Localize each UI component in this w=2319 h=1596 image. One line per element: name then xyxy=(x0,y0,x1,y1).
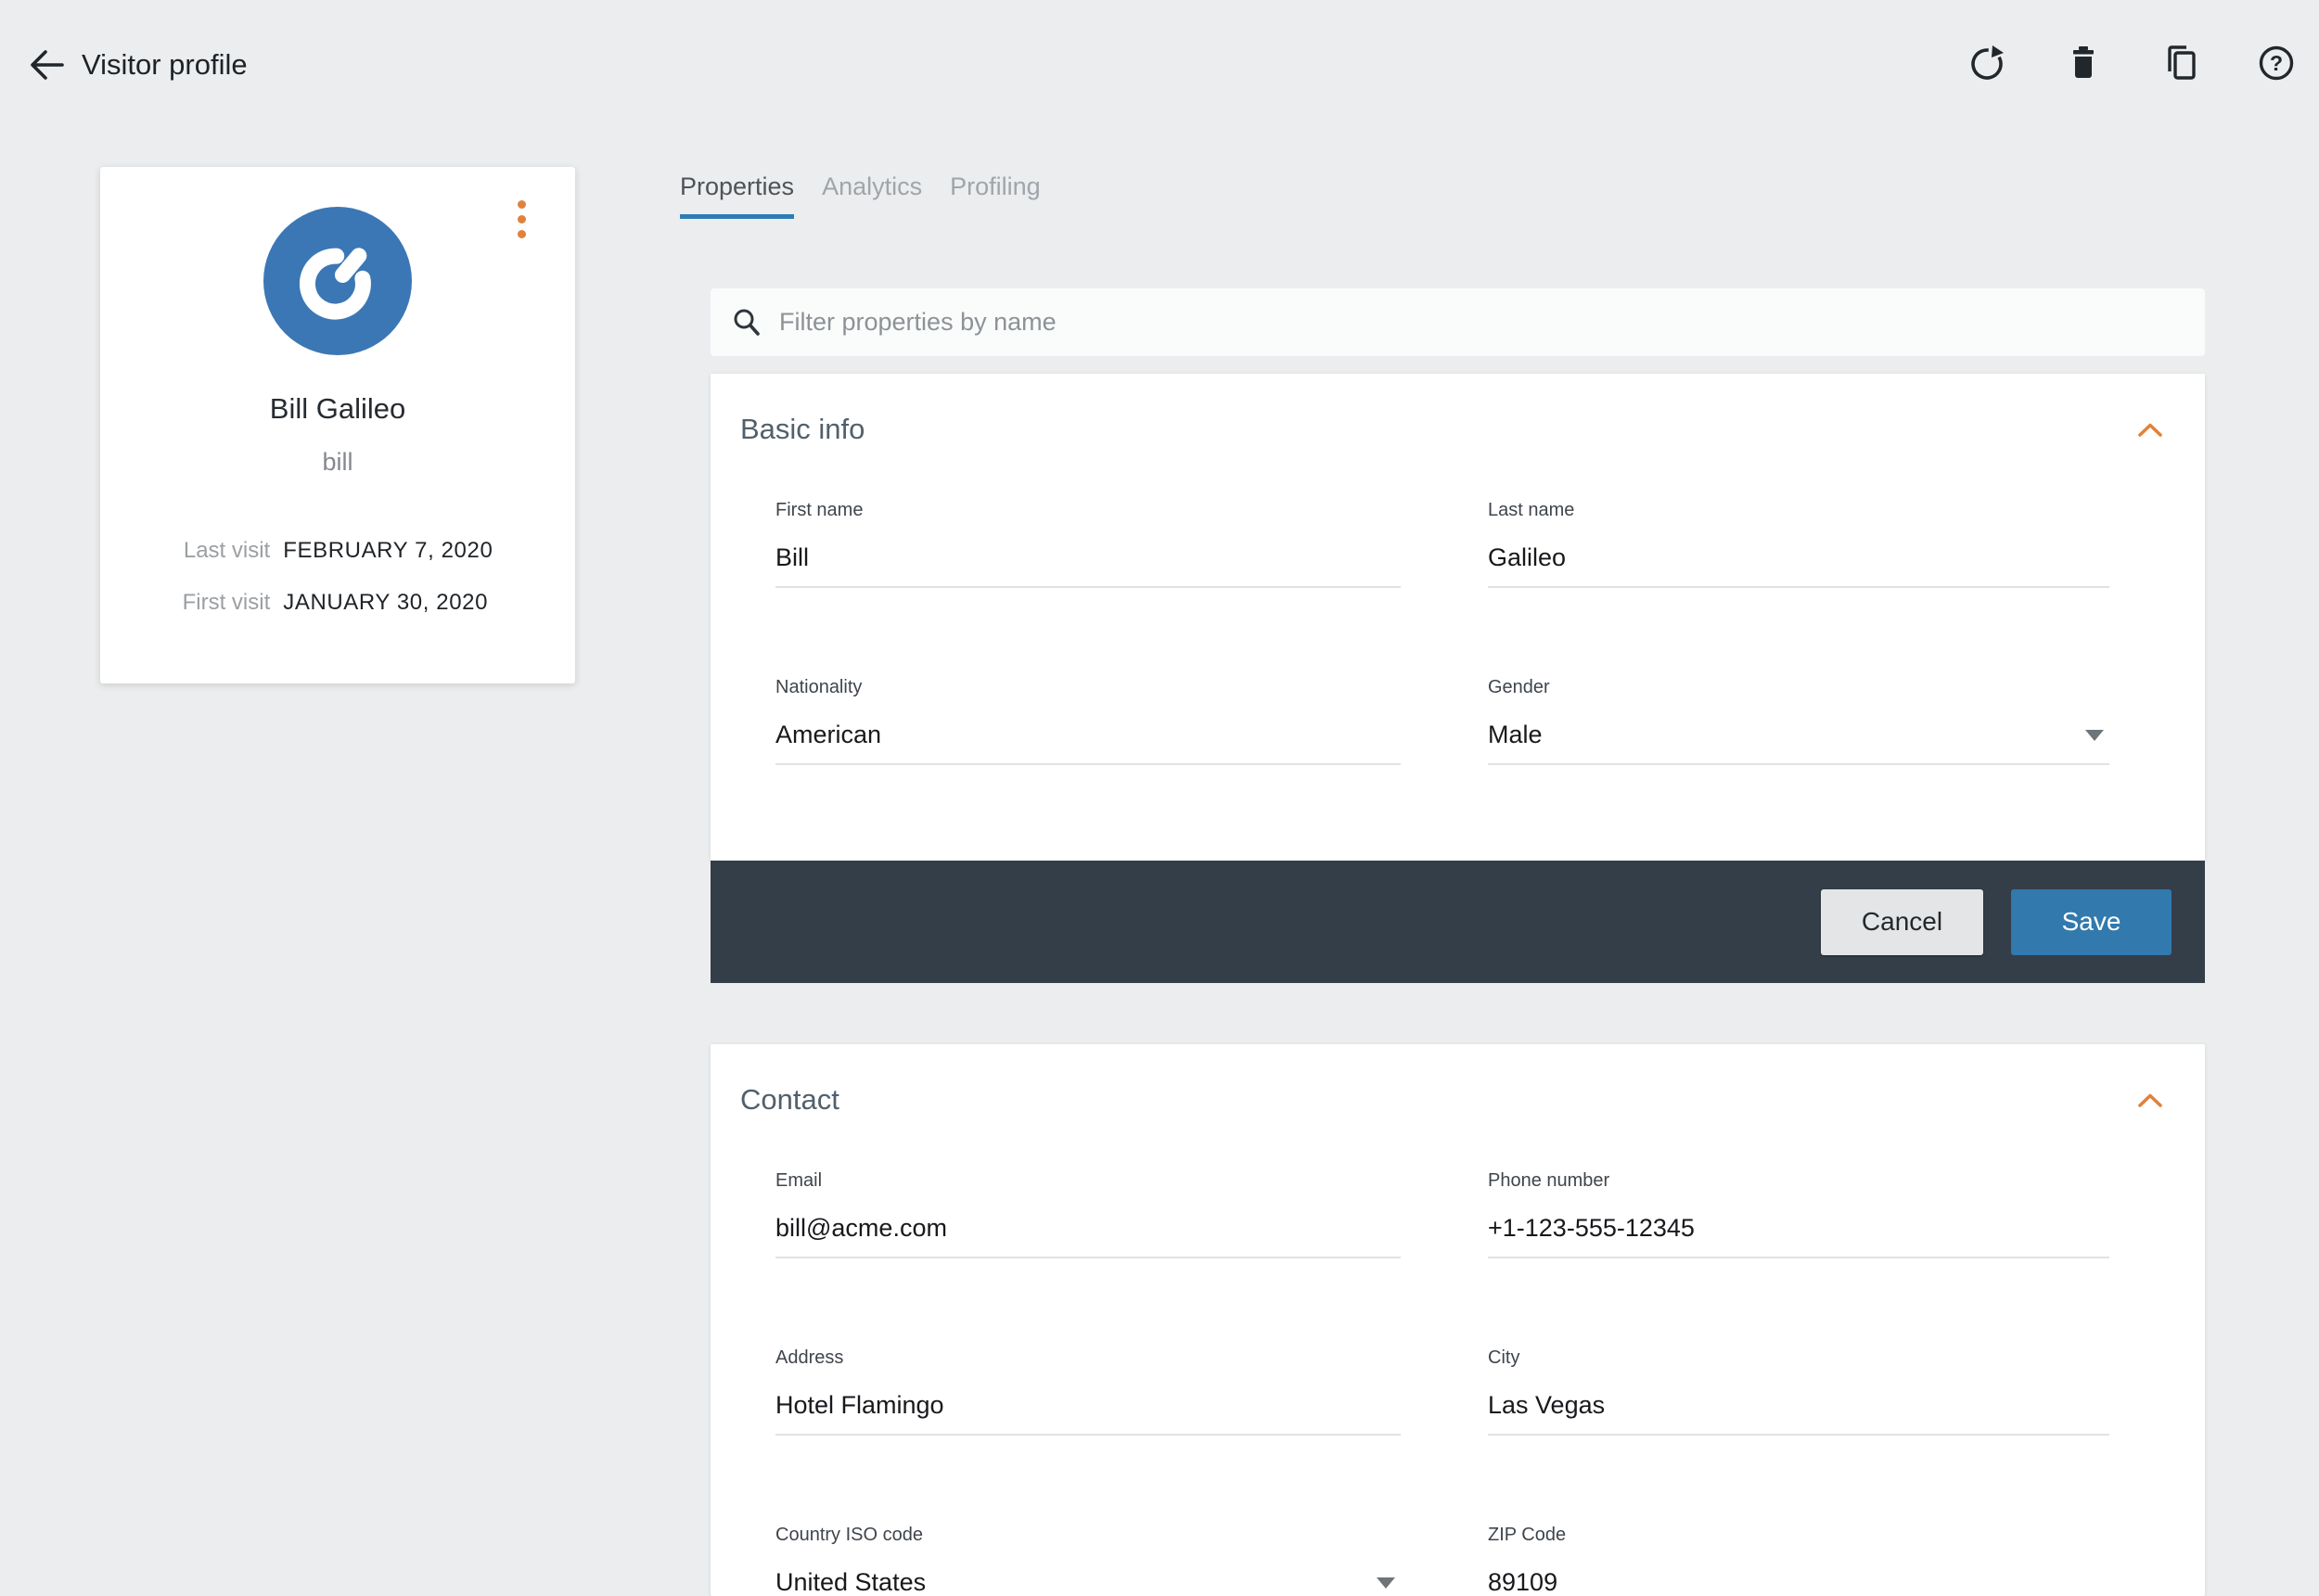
field-address: Address xyxy=(775,1347,1401,1436)
last-name-label: Last name xyxy=(1488,500,2109,521)
field-email: Email xyxy=(775,1170,1401,1258)
visitor-menu-button[interactable] xyxy=(516,200,527,238)
country-label: Country ISO code xyxy=(775,1525,1401,1546)
country-value: United States xyxy=(775,1568,926,1596)
tab-properties[interactable]: Properties xyxy=(680,172,794,219)
chevron-up-icon xyxy=(2138,423,2162,437)
gender-value: Male xyxy=(1488,721,1543,749)
visitor-id: bill xyxy=(100,448,575,477)
contact-collapse-button[interactable] xyxy=(2138,1093,2162,1107)
filter-properties-input[interactable] xyxy=(779,308,2183,337)
basic-info-title: Basic info xyxy=(740,413,865,446)
email-label: Email xyxy=(775,1170,1401,1192)
back-button[interactable] xyxy=(22,41,70,89)
help-icon: ? xyxy=(2255,42,2298,84)
nationality-label: Nationality xyxy=(775,677,1401,698)
refresh-button[interactable] xyxy=(1965,41,2009,85)
dropdown-arrow-icon xyxy=(2085,730,2104,741)
field-last-name: Last name xyxy=(1488,500,2109,588)
filter-bar xyxy=(711,288,2205,356)
avatar xyxy=(263,207,412,355)
city-input[interactable] xyxy=(1488,1391,2109,1436)
search-icon xyxy=(731,307,762,338)
svg-text:?: ? xyxy=(2270,51,2283,75)
delete-button[interactable] xyxy=(2061,41,2106,85)
help-button[interactable]: ? xyxy=(2254,41,2299,85)
phone-input[interactable] xyxy=(1488,1214,2109,1258)
save-button[interactable]: Save xyxy=(2011,889,2172,955)
chevron-up-icon xyxy=(2138,1093,2162,1107)
zip-input[interactable] xyxy=(1488,1568,2109,1596)
field-phone: Phone number xyxy=(1488,1170,2109,1258)
country-select[interactable]: United States xyxy=(775,1568,1401,1596)
nationality-input[interactable] xyxy=(775,721,1401,765)
last-visit-label: Last visit xyxy=(183,538,271,564)
tab-analytics[interactable]: Analytics xyxy=(822,172,922,219)
visit-dates: Last visit FEBRUARY 7, 2020 First visit … xyxy=(100,538,575,616)
email-input[interactable] xyxy=(775,1214,1401,1258)
page-title: Visitor profile xyxy=(82,48,248,82)
basic-info-section: Basic info First name Last name National… xyxy=(711,374,2205,861)
field-zip: ZIP Code xyxy=(1488,1525,2109,1596)
dropdown-arrow-icon xyxy=(1377,1577,1395,1589)
zip-label: ZIP Code xyxy=(1488,1525,2109,1546)
first-name-input[interactable] xyxy=(775,543,1401,588)
visitor-card: Bill Galileo bill Last visit FEBRUARY 7,… xyxy=(100,167,575,683)
gender-label: Gender xyxy=(1488,677,2109,698)
first-visit-label: First visit xyxy=(183,590,271,616)
visitor-name: Bill Galileo xyxy=(100,392,575,426)
back-arrow-icon xyxy=(25,44,68,86)
phone-label: Phone number xyxy=(1488,1170,2109,1192)
field-first-name: First name xyxy=(775,500,1401,588)
header-actions: ? xyxy=(1965,41,2299,85)
last-visit-value: FEBRUARY 7, 2020 xyxy=(283,538,493,564)
copy-icon xyxy=(2159,42,2201,84)
address-input[interactable] xyxy=(775,1391,1401,1436)
contact-title: Contact xyxy=(740,1083,839,1117)
refresh-icon xyxy=(1966,42,2008,84)
contact-section: Contact Email Phone number Address City xyxy=(711,1044,2205,1596)
copy-button[interactable] xyxy=(2158,41,2202,85)
field-city: City xyxy=(1488,1347,2109,1436)
first-visit-value: JANUARY 30, 2020 xyxy=(283,590,493,616)
last-name-input[interactable] xyxy=(1488,543,2109,588)
kebab-icon xyxy=(518,200,526,209)
field-country: Country ISO code United States xyxy=(775,1525,1401,1596)
save-footer-bar: Cancel Save xyxy=(711,861,2205,983)
trash-icon xyxy=(2062,42,2105,84)
address-label: Address xyxy=(775,1347,1401,1369)
basic-info-collapse-button[interactable] xyxy=(2138,423,2162,437)
field-gender: Gender Male xyxy=(1488,677,2109,765)
tab-bar: Properties Analytics Profiling xyxy=(680,172,1041,219)
gender-select[interactable]: Male xyxy=(1488,721,2109,765)
city-label: City xyxy=(1488,1347,2109,1369)
first-name-label: First name xyxy=(775,500,1401,521)
field-nationality: Nationality xyxy=(775,677,1401,765)
tab-profiling[interactable]: Profiling xyxy=(950,172,1041,219)
cancel-button[interactable]: Cancel xyxy=(1821,889,1983,955)
